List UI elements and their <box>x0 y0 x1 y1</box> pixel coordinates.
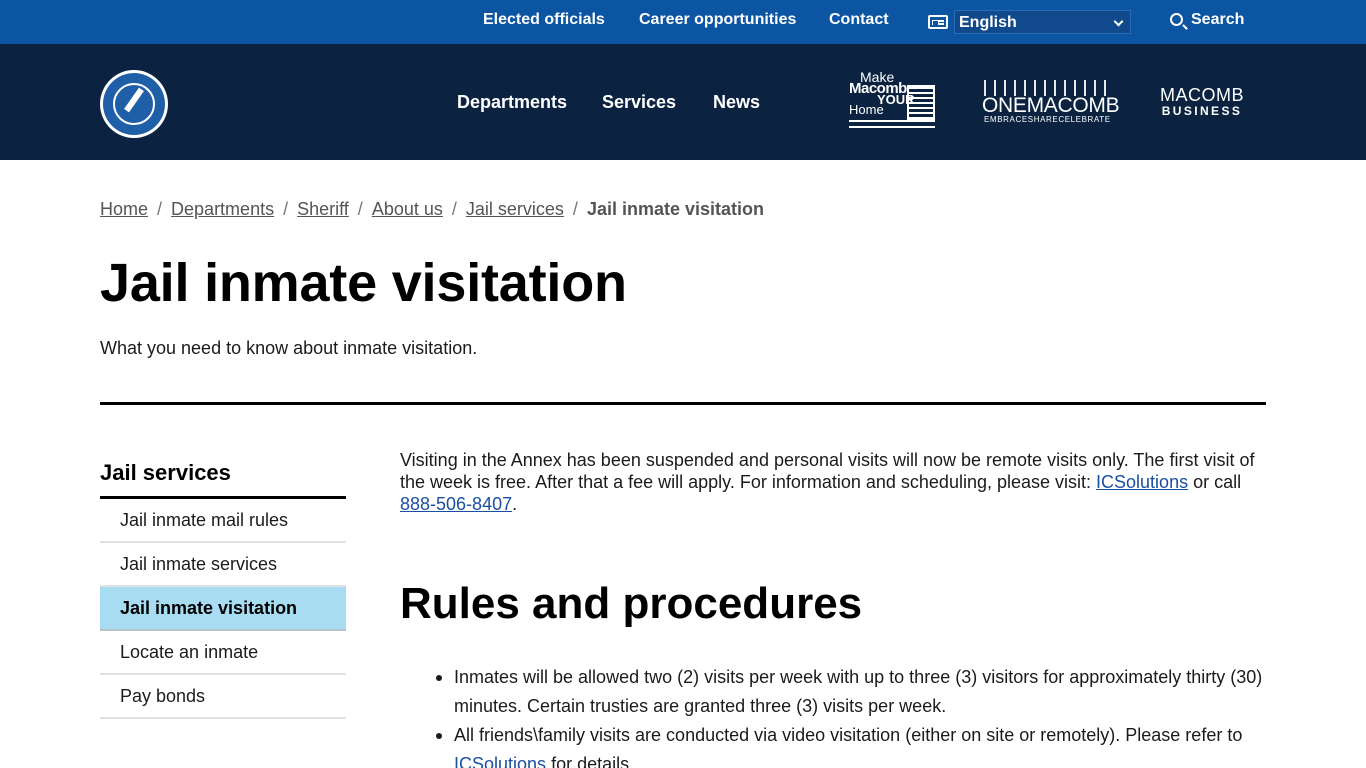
list-item: All friends\family visits are conducted … <box>436 721 1266 768</box>
sidenav-list: Jail inmate mail rules Jail inmate servi… <box>100 499 346 719</box>
page-title: Jail inmate visitation <box>100 253 627 313</box>
search-icon <box>1170 13 1183 26</box>
rules-list: Inmates will be allowed two (2) visits p… <box>436 663 1266 768</box>
breadcrumb-current: Jail inmate visitation <box>586 199 764 219</box>
translate-icon <box>928 15 948 29</box>
elected-officials-link[interactable]: Elected officials <box>483 11 605 29</box>
macomb-business-logo[interactable]: MACOMB BUSINESS <box>1160 86 1244 120</box>
sidenav-item-locate-inmate[interactable]: Locate an inmate <box>100 631 346 675</box>
breadcrumb-sheriff[interactable]: Sheriff <box>297 199 349 219</box>
contact-link[interactable]: Contact <box>829 11 889 29</box>
onemacomb-logo[interactable]: ONEMACOMB EMBRACESHARECELEBRATE <box>982 80 1120 126</box>
county-seal-logo[interactable] <box>100 70 168 138</box>
nav-services[interactable]: Services <box>602 92 676 113</box>
list-item: Inmates will be allowed two (2) visits p… <box>436 663 1266 721</box>
language-select[interactable]: English <box>954 10 1131 34</box>
search-label: Search <box>1191 11 1245 28</box>
breadcrumb: Home / Departments / Sheriff / About us / Jail s… <box>100 199 764 219</box>
building-icon <box>907 85 935 121</box>
page-subtitle: What you need to know about inmate visit… <box>100 338 478 358</box>
career-opportunities-link[interactable]: Career opportunities <box>639 11 796 29</box>
sidenav-item-visitation[interactable]: Jail inmate visitation <box>100 587 346 631</box>
divider <box>100 402 1266 405</box>
intro-paragraph: Visiting in the Annex has been suspended… <box>400 450 1255 514</box>
phone-link[interactable]: 888-506-8407 <box>400 494 512 514</box>
sidenav-heading: Jail services <box>100 460 231 485</box>
language-selected-value: English <box>959 14 1017 31</box>
icsolutions-link[interactable]: ICSolutions <box>1096 472 1188 492</box>
sidenav-item-mail-rules[interactable]: Jail inmate mail rules <box>100 499 346 543</box>
breadcrumb-jail-services[interactable]: Jail services <box>466 199 564 219</box>
breadcrumb-departments[interactable]: Departments <box>171 199 274 219</box>
utility-bar: Elected officials Career opportunities C… <box>0 0 1366 44</box>
sidenav-item-inmate-services[interactable]: Jail inmate services <box>100 543 346 587</box>
sidenav-item-pay-bonds[interactable]: Pay bonds <box>100 675 346 719</box>
make-macomb-your-home-logo[interactable]: Make Macomb YOUR Home <box>849 70 936 132</box>
nav-departments[interactable]: Departments <box>457 92 567 113</box>
main-header: Departments Services News Make Macomb YO… <box>0 44 1366 160</box>
nav-news[interactable]: News <box>713 92 760 113</box>
chevron-down-icon <box>1113 16 1124 27</box>
icsolutions-link[interactable]: ICSolutions <box>454 754 546 768</box>
breadcrumb-home[interactable]: Home <box>100 199 148 219</box>
section-heading: Rules and procedures <box>400 579 863 628</box>
breadcrumb-about-us[interactable]: About us <box>372 199 443 219</box>
